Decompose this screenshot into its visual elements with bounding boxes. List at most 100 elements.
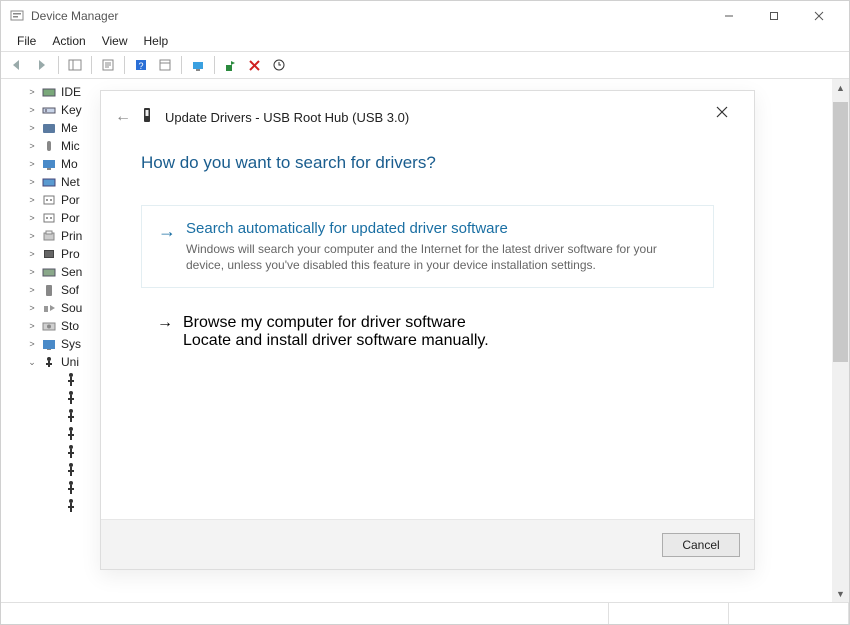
expander-icon[interactable]: >	[27, 285, 37, 295]
tree-node-label: Net	[61, 175, 80, 189]
arrow-right-icon: →	[157, 314, 173, 332]
usb-icon	[63, 462, 79, 478]
properties-icon[interactable]	[97, 54, 119, 76]
option-browse-computer[interactable]: → Browse my computer for driver software…	[141, 314, 714, 350]
category-icon	[41, 336, 57, 352]
tree-node-label: Uni	[61, 355, 79, 369]
wizard-close-button[interactable]	[700, 97, 744, 127]
expander-icon[interactable]: >	[27, 195, 37, 205]
expander-icon[interactable]: >	[27, 159, 37, 169]
wizard-title: Update Drivers - USB Root Hub (USB 3.0)	[165, 110, 409, 125]
forward-icon[interactable]	[31, 54, 53, 76]
expander-icon[interactable]: >	[27, 123, 37, 133]
tree-node-label: Sys	[61, 337, 81, 351]
category-icon	[41, 192, 57, 208]
disable-icon[interactable]	[244, 54, 266, 76]
arrow-right-icon: →	[158, 222, 176, 240]
expander-icon[interactable]: >	[27, 231, 37, 241]
scan-hardware-icon[interactable]	[268, 54, 290, 76]
scroll-thumb[interactable]	[833, 102, 848, 362]
expander-icon[interactable]: >	[27, 303, 37, 313]
expander-icon[interactable]: >	[27, 105, 37, 115]
minimize-button[interactable]	[706, 2, 751, 30]
expander-icon[interactable]: >	[27, 339, 37, 349]
close-button[interactable]	[796, 2, 841, 30]
tree-node-label: Pro	[61, 247, 80, 261]
toolbar: ?	[1, 51, 849, 79]
option-search-automatically[interactable]: → Search automatically for updated drive…	[141, 205, 714, 288]
expander-icon[interactable]: >	[27, 321, 37, 331]
category-icon	[41, 246, 57, 262]
category-icon	[41, 264, 57, 280]
app-icon	[9, 8, 25, 24]
wizard-back-button[interactable]: ←	[115, 108, 131, 126]
category-icon	[41, 282, 57, 298]
menu-action[interactable]: Action	[46, 32, 91, 50]
tree-node-label: Key	[61, 103, 82, 117]
usb-icon	[63, 444, 79, 460]
device-icon	[141, 107, 155, 128]
category-icon	[41, 84, 57, 100]
category-icon	[41, 102, 57, 118]
scroll-up-icon[interactable]: ▲	[836, 79, 845, 96]
tree-node-label: Prin	[61, 229, 82, 243]
tree-node-label: Por	[61, 193, 80, 207]
menubar: File Action View Help	[1, 31, 849, 51]
wizard-footer: Cancel	[101, 519, 754, 569]
window-controls	[706, 2, 841, 30]
usb-icon	[63, 372, 79, 388]
show-hide-tree-icon[interactable]	[64, 54, 86, 76]
option2-title: Browse my computer for driver software	[183, 314, 489, 332]
usb-icon	[63, 408, 79, 424]
usb-icon	[63, 480, 79, 496]
tree-node-label: IDE	[61, 85, 81, 99]
maximize-button[interactable]	[751, 2, 796, 30]
tree-node-label: Sen	[61, 265, 82, 279]
expander-icon[interactable]: ⌄	[27, 357, 37, 368]
category-icon	[41, 120, 57, 136]
menu-view[interactable]: View	[96, 32, 134, 50]
expander-icon[interactable]: >	[27, 249, 37, 259]
tree-node-label: Sto	[61, 319, 79, 333]
tree-node-label: Sou	[61, 301, 82, 315]
svg-text:?: ?	[138, 61, 143, 71]
back-icon[interactable]	[7, 54, 29, 76]
scroll-down-icon[interactable]: ▼	[836, 585, 845, 602]
wizard-body: How do you want to search for drivers? →…	[101, 143, 754, 519]
category-icon	[41, 228, 57, 244]
menu-file[interactable]: File	[11, 32, 42, 50]
category-icon	[41, 174, 57, 190]
tree-node-label: Por	[61, 211, 80, 225]
expander-icon[interactable]: >	[27, 87, 37, 97]
usb-icon	[63, 498, 79, 514]
uninstall-icon[interactable]	[220, 54, 242, 76]
scan-icon[interactable]	[154, 54, 176, 76]
cancel-button[interactable]: Cancel	[662, 533, 740, 557]
tree-node-label: Sof	[61, 283, 79, 297]
expander-icon[interactable]: >	[27, 267, 37, 277]
expander-icon[interactable]: >	[27, 141, 37, 151]
tree-node-label: Me	[61, 121, 78, 135]
tree-node-label: Mic	[61, 139, 80, 153]
status-bar	[1, 602, 849, 624]
usb-icon	[63, 426, 79, 442]
window-title: Device Manager	[31, 9, 706, 23]
category-icon	[41, 210, 57, 226]
expander-icon[interactable]: >	[27, 177, 37, 187]
category-icon	[41, 318, 57, 334]
wizard-question: How do you want to search for drivers?	[141, 153, 714, 173]
vertical-scrollbar[interactable]: ▲ ▼	[832, 79, 849, 602]
usb-icon	[63, 390, 79, 406]
help-icon[interactable]: ?	[130, 54, 152, 76]
tree-node-label: Mo	[61, 157, 78, 171]
menu-help[interactable]: Help	[138, 32, 175, 50]
option1-desc: Windows will search your computer and th…	[186, 241, 697, 273]
category-icon	[41, 138, 57, 154]
category-icon	[41, 354, 57, 370]
option1-title: Search automatically for updated driver …	[186, 220, 697, 237]
update-driver-wizard: ← Update Drivers - USB Root Hub (USB 3.0…	[100, 90, 755, 570]
update-driver-icon[interactable]	[187, 54, 209, 76]
expander-icon[interactable]: >	[27, 213, 37, 223]
wizard-header: ← Update Drivers - USB Root Hub (USB 3.0…	[101, 91, 754, 143]
category-icon	[41, 300, 57, 316]
